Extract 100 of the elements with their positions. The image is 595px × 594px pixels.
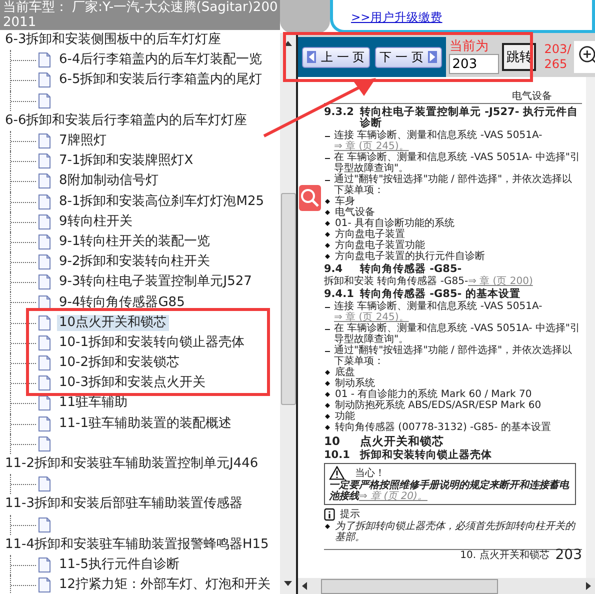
tree-item[interactable]: 9转向柱开关 bbox=[57, 214, 134, 230]
section-heading: 拆卸和安装转向锁止器壳体 bbox=[360, 450, 492, 461]
tree-item[interactable]: 9-2拆卸和安装转向柱开关 bbox=[57, 254, 212, 270]
section-number: 9.3.2 bbox=[324, 107, 355, 120]
scroll-thumb[interactable] bbox=[321, 578, 498, 594]
bullet-icon bbox=[325, 370, 330, 375]
section-heading: 点火开关和锁芯 bbox=[360, 436, 444, 447]
horizontal-scrollbar[interactable] bbox=[298, 578, 595, 594]
page-link[interactable]: ⇒ 章 (页 20)。 bbox=[359, 491, 428, 502]
instruction-text: 在 车辆诊断、测量和信息系统 -VAS 5051A- 中选择"引导型故障查询"。 bbox=[334, 152, 581, 174]
previous-page-button[interactable]: 上 一 页 bbox=[302, 46, 370, 68]
document-icon bbox=[38, 214, 51, 230]
document-icon bbox=[38, 375, 51, 392]
document-icon bbox=[38, 436, 51, 452]
instruction-text: 功能 bbox=[335, 411, 356, 422]
instruction-text: 01- 具有自诊断功能的系统 bbox=[335, 218, 456, 229]
instruction-text: 转向角传感器 (00778-3132) -G85- 的基本设置 bbox=[335, 422, 552, 433]
dash-mark bbox=[325, 351, 330, 352]
document-icon bbox=[38, 516, 51, 533]
caution-text: 一定要严格按照维修手册说明的规定来断开和连接蓄电池接线⇒ 章 (页 20)。 bbox=[329, 480, 570, 502]
tree-item[interactable]: 11-3拆卸和安装后部驻车辅助装置传感器 bbox=[3, 496, 245, 512]
bullet-icon bbox=[325, 254, 330, 259]
tree-item[interactable]: 11-5执行元件自诊断 bbox=[57, 556, 182, 573]
scroll-right-icon[interactable] bbox=[586, 582, 591, 590]
tree-item[interactable]: 10-1拆卸和安装转向锁止器壳体 bbox=[57, 334, 247, 351]
left-arrow-icon bbox=[307, 51, 316, 63]
bullet-icon bbox=[325, 221, 330, 226]
note-title: 提示 bbox=[340, 509, 360, 520]
tree-scrollbar[interactable] bbox=[280, 33, 298, 594]
scroll-thumb[interactable] bbox=[280, 192, 296, 404]
document-icon bbox=[38, 153, 51, 170]
instruction-text: 方向盘电子装置的执行元件自诊断 bbox=[335, 251, 486, 262]
instruction-text: 连接 车辆诊断、测量和信息系统 -VAS 5051A- ⇒ 章 (页 245)。 bbox=[334, 301, 542, 323]
bullet-icon bbox=[325, 403, 330, 408]
car-model-text: 当前车型： 厂家:Y-一汽-大众速腾(Sagitar)200 bbox=[3, 0, 279, 15]
tree-item[interactable]: 11驻车辅助 bbox=[57, 395, 130, 412]
instruction-text: 拆卸和安装 转向角传感器 -G85-⇒ 章 (页 200) bbox=[324, 276, 533, 287]
section-number: 10.1 bbox=[324, 450, 351, 461]
bullet-icon bbox=[325, 392, 330, 397]
tree-item[interactable]: 11-4拆卸和安装驻车辅助装置报警蜂鸣器H15 bbox=[3, 536, 271, 553]
tree-item[interactable]: 8-1拆卸和安装高位刹车灯灯泡M25 bbox=[57, 194, 266, 210]
instruction-text: 在 车辆诊断、测量和信息系统 -VAS 5051A- 中选择"引导型故障查询"。 bbox=[334, 323, 581, 345]
tree-item[interactable]: 6-6拆卸和安装后行李箱盖内的后车灯灯座 bbox=[3, 112, 250, 129]
tree-item[interactable]: 6-3拆卸和安装侧围板中的后车灯灯座 bbox=[3, 32, 224, 48]
page-header-text: 电气设备 bbox=[511, 91, 553, 102]
tree-item[interactable]: 10-3拆卸和安装点火开关 bbox=[57, 375, 208, 392]
car-model-text: 2011 bbox=[3, 15, 38, 30]
instruction-text: 通过"翻转"按钮选择"功能 / 部件选择"，并依次选择以下菜单项： bbox=[334, 174, 574, 196]
tree-item[interactable]: 8附加制动信号灯 bbox=[57, 173, 160, 190]
tree-item[interactable]: 11-2拆卸和安装驻车辅助装置控制单元J446 bbox=[3, 456, 260, 472]
scroll-down-icon[interactable] bbox=[284, 581, 292, 586]
document-icon bbox=[38, 314, 51, 331]
bullet-icon bbox=[325, 425, 330, 430]
document-icon bbox=[38, 234, 51, 250]
tree-item[interactable]: 10-2拆卸和安装锁芯 bbox=[57, 355, 182, 372]
scroll-left-icon[interactable] bbox=[302, 582, 307, 590]
page-link[interactable]: ⇒ 章 (页 245)。 bbox=[334, 312, 409, 323]
instruction-text: 01 - 有自诊能力的系统 Mark 60 / Mark 70 bbox=[335, 389, 533, 400]
section-heading: 转向角传感器 -G85- 的基本设置 bbox=[360, 289, 520, 300]
section-number: 10 bbox=[324, 436, 342, 447]
bullet-icon bbox=[325, 414, 330, 419]
tree-item[interactable]: 12拧紧力矩：外部车灯、灯泡和开关 bbox=[57, 577, 273, 594]
tree-item[interactable]: 9-4转向角传感器G85 bbox=[57, 294, 187, 311]
section-heading: 转向柱电子装置控制单元 -J527- 执行元件自诊断 bbox=[360, 107, 579, 129]
page-link[interactable]: ⇒ 章 (页 245)。 bbox=[334, 141, 409, 152]
document-icon bbox=[38, 173, 51, 190]
tree-item[interactable]: 7-1拆卸和安装牌照灯X bbox=[57, 153, 196, 170]
footer-text: 10. 点火开关和锁芯 bbox=[460, 550, 550, 561]
tree-item[interactable]: 9-3转向柱电子装置控制单元J527 bbox=[57, 274, 254, 290]
current-page-label: 当前为 bbox=[449, 40, 490, 54]
tree-item[interactable]: 6-4后行李箱盖内的后车灯装配一览 bbox=[57, 52, 264, 68]
dash-mark bbox=[325, 180, 330, 181]
tree-item[interactable]: 9-1转向柱开关的装配一览 bbox=[57, 234, 212, 250]
document-scrollbar[interactable] bbox=[586, 77, 595, 578]
document-icon bbox=[38, 476, 51, 492]
document-icon bbox=[38, 556, 51, 573]
document-icon bbox=[38, 52, 51, 68]
page-link[interactable]: ⇒ 章 (页 200) bbox=[468, 276, 533, 287]
next-page-button[interactable]: 下 一 页 bbox=[374, 46, 442, 68]
tree-item[interactable]: 11-1驻车辅助装置的装配概述 bbox=[57, 416, 234, 432]
caution-title: 当心！ bbox=[355, 468, 385, 478]
instruction-text: 通过"翻转"按钮选择"功能 / 部件选择"，并依次选择以下菜单项： bbox=[334, 345, 574, 367]
document-icon bbox=[38, 395, 51, 412]
instruction-text: 底盘 bbox=[335, 367, 355, 378]
upgrade-link[interactable]: >>用户升级缴费 bbox=[351, 10, 442, 24]
instruction-text: 方向盘电子装置 bbox=[335, 229, 405, 240]
document-icon bbox=[38, 274, 51, 290]
dash-mark bbox=[325, 307, 330, 308]
bullet-icon bbox=[325, 243, 330, 248]
dash-mark bbox=[325, 158, 330, 159]
document-icon bbox=[38, 72, 51, 88]
tree-item[interactable]: 6-5拆卸和安装后行李箱盖内的尾灯 bbox=[57, 72, 264, 88]
tree-item[interactable]: 10点火开关和锁芯 bbox=[57, 314, 169, 331]
page-input[interactable]: 203 bbox=[449, 54, 500, 74]
zoom-in-button[interactable] bbox=[574, 41, 595, 73]
tree-item[interactable]: 7牌照灯 bbox=[57, 133, 108, 150]
scroll-up-icon[interactable] bbox=[284, 41, 292, 46]
document-icon bbox=[38, 194, 51, 210]
search-button[interactable] bbox=[299, 185, 321, 211]
instruction-text: 车身 bbox=[335, 196, 356, 207]
